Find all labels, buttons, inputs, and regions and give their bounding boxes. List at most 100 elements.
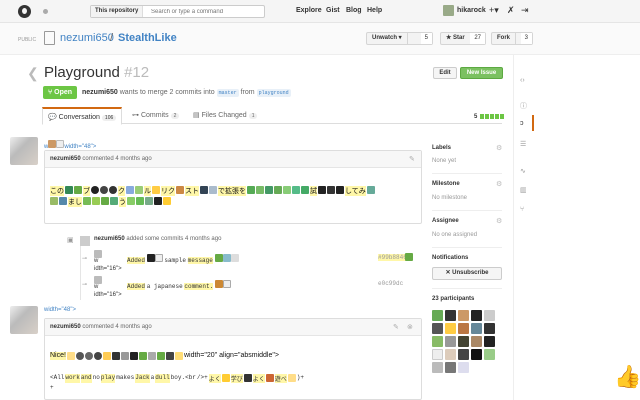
- base-branch[interactable]: master: [216, 89, 239, 97]
- emoji-image: [209, 186, 217, 194]
- new-issue-button[interactable]: New Issue: [460, 67, 503, 79]
- fork-button[interactable]: Fork 3: [491, 32, 533, 45]
- participant-avatar[interactable]: [458, 323, 469, 334]
- pull-requests-icon[interactable]: ↄ: [520, 120, 524, 127]
- comment-action: commented 4 months ago: [82, 156, 152, 162]
- participant-avatar[interactable]: [471, 310, 482, 321]
- participant-avatar[interactable]: [432, 362, 443, 373]
- tab-commits[interactable]: ⊶ Commits 2: [132, 107, 180, 124]
- code-word: dull: [155, 374, 170, 383]
- gear-icon[interactable]: ⚙: [496, 144, 502, 152]
- participant-avatar[interactable]: [445, 310, 456, 321]
- user-avatar[interactable]: [443, 5, 454, 16]
- participant-avatar[interactable]: [445, 362, 456, 373]
- fork-count[interactable]: 3: [520, 33, 532, 44]
- participant-avatar[interactable]: [484, 349, 495, 360]
- tab-files-changed[interactable]: ▤ Files Changed 1: [193, 107, 258, 124]
- star-button[interactable]: ★ Star 27: [440, 32, 486, 45]
- username-link[interactable]: hikarock: [457, 7, 486, 14]
- emoji-image: [83, 197, 91, 205]
- participant-avatar[interactable]: [471, 323, 482, 334]
- edit-pencil-icon[interactable]: ✎: [393, 323, 399, 331]
- tab-conversation[interactable]: 💬 Conversation 106: [42, 107, 123, 125]
- participant-avatar[interactable]: [432, 349, 443, 360]
- notifications-icon[interactable]: [43, 9, 48, 14]
- wiki-icon[interactable]: ☰: [520, 140, 526, 148]
- participant-avatar[interactable]: [432, 336, 443, 347]
- comment-author[interactable]: nezumi650: [50, 156, 81, 162]
- participant-avatar[interactable]: [458, 310, 469, 321]
- participant-avatar[interactable]: [484, 336, 495, 347]
- commit-row[interactable]: Added sample message: [127, 254, 239, 264]
- fork-label[interactable]: Fork: [492, 33, 517, 44]
- meta-author[interactable]: nezumi650: [82, 89, 118, 96]
- delete-icon[interactable]: ⊗: [407, 323, 413, 331]
- emoji-image: [163, 197, 171, 205]
- gear-icon[interactable]: ⚙: [496, 217, 502, 225]
- code-word: 学び: [230, 374, 243, 383]
- pulse-icon[interactable]: ∿: [520, 167, 526, 175]
- participant-avatar[interactable]: [484, 323, 495, 334]
- star-label[interactable]: ★ Star: [441, 33, 471, 44]
- search-scope[interactable]: This repository: [91, 6, 144, 17]
- nav-gist[interactable]: Gist: [326, 7, 340, 14]
- participant-avatar[interactable]: [445, 323, 456, 334]
- participant-avatar[interactable]: [471, 336, 482, 347]
- wrench-icon[interactable]: ✗: [507, 5, 515, 16]
- meta-merge-text: wants to merge 2 commits into: [119, 89, 215, 96]
- network-icon[interactable]: ⑂: [520, 206, 524, 213]
- nav-blog[interactable]: Blog: [346, 7, 362, 14]
- comment-avatar[interactable]: [10, 137, 38, 165]
- body-text: う: [119, 197, 126, 207]
- body-text: スト: [185, 186, 199, 196]
- code-icon[interactable]: ‹›: [520, 77, 525, 84]
- emoji-image: [145, 197, 153, 205]
- plus-icon[interactable]: +▾: [489, 5, 499, 16]
- participant-avatar[interactable]: [458, 349, 469, 360]
- commits-author[interactable]: nezumi650: [94, 236, 125, 242]
- issues-icon[interactable]: ⓘ: [520, 101, 527, 111]
- github-logo-icon[interactable]: [18, 5, 31, 18]
- watch-count[interactable]: 5: [420, 33, 432, 44]
- code-word: )+: [296, 374, 304, 381]
- edit-pencil-icon[interactable]: ✎: [409, 155, 415, 163]
- participant-avatar[interactable]: [458, 362, 469, 373]
- emoji-image: [292, 186, 300, 194]
- gear-icon[interactable]: ⚙: [496, 180, 502, 188]
- unsubscribe-button[interactable]: ✕ Unsubscribe: [432, 267, 502, 280]
- unwatch-label[interactable]: Unwatch ▾: [367, 33, 408, 44]
- emoji-image: [126, 186, 134, 194]
- thumbs-up-icon[interactable]: 👍: [614, 364, 640, 390]
- participant-avatar[interactable]: [484, 310, 495, 321]
- repo-name-link[interactable]: StealthLike: [118, 32, 177, 44]
- back-chevron-icon[interactable]: ❮: [27, 65, 39, 82]
- participant-avatar[interactable]: [432, 310, 443, 321]
- body-text: width="20" align="absmiddle">: [183, 352, 279, 359]
- nav-help[interactable]: Help: [367, 7, 382, 14]
- unwatch-button[interactable]: Unwatch ▾ 5: [366, 32, 433, 45]
- graphs-icon[interactable]: ▥: [520, 186, 527, 194]
- labels-title: Labels: [432, 145, 452, 151]
- star-count[interactable]: 27: [470, 33, 485, 44]
- comment-avatar[interactable]: [10, 306, 38, 334]
- participant-avatar[interactable]: [458, 336, 469, 347]
- commits-avatar[interactable]: [80, 236, 90, 246]
- participant-avatar[interactable]: [432, 323, 443, 334]
- participant-avatar[interactable]: [445, 336, 456, 347]
- commit-sha[interactable]: e0c99dc: [378, 280, 403, 287]
- search-input[interactable]: [151, 6, 261, 17]
- search-box[interactable]: This repository: [90, 5, 265, 18]
- emoji-image: [136, 197, 144, 205]
- repo-owner-link[interactable]: nezumi650: [60, 32, 114, 44]
- diffstat-count: 5: [474, 114, 478, 121]
- edit-button[interactable]: Edit: [433, 67, 457, 79]
- comment-author[interactable]: nezumi650: [50, 324, 81, 330]
- participant-avatar[interactable]: [445, 349, 456, 360]
- signout-icon[interactable]: ⇥: [521, 5, 529, 16]
- head-branch[interactable]: playground: [256, 89, 291, 97]
- commit-row[interactable]: Added a japanese comment.: [127, 280, 231, 290]
- nav-explore[interactable]: Explore: [296, 7, 322, 14]
- divider: [432, 210, 502, 211]
- commit-sha[interactable]: #99b8846: [378, 254, 407, 261]
- participant-avatar[interactable]: [471, 349, 482, 360]
